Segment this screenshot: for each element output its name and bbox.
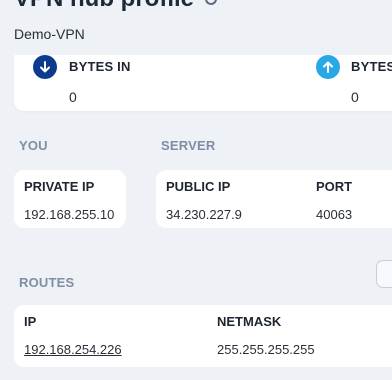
routes-table: IP NETMASK 192.168.254.226 255.255.255.2… xyxy=(14,305,392,367)
private-ip-card: PRIVATE IP 192.168.255.10 xyxy=(14,170,126,228)
traffic-stats-card: BYTES IN 0 BYTES OUT 0 xyxy=(14,55,392,111)
arrow-down-icon xyxy=(33,55,57,79)
routes-section-label: ROUTES xyxy=(19,275,75,290)
page-title-row: VPN hub profile xyxy=(14,0,222,13)
bytes-in-label: BYTES IN xyxy=(69,59,131,74)
public-ip-label: PUBLIC IP xyxy=(166,179,231,194)
port-label: PORT xyxy=(316,179,353,194)
private-ip-value: 192.168.255.10 xyxy=(24,207,115,222)
route-netmask: 255.255.255.255 xyxy=(217,342,315,357)
column-header-netmask: NETMASK xyxy=(217,314,282,329)
arrow-up-icon xyxy=(316,55,340,79)
add-route-button[interactable] xyxy=(376,260,392,288)
vpn-name-subtitle: Demo-VPN xyxy=(14,26,85,42)
server-card: PUBLIC IP 34.230.227.9 PORT 40063 xyxy=(156,170,392,228)
page-title: VPN hub profile xyxy=(14,0,194,13)
port-value: 40063 xyxy=(316,207,353,222)
server-section-label: SERVER xyxy=(161,138,216,153)
bytes-in-value: 0 xyxy=(69,89,77,105)
bytes-out-value: 0 xyxy=(351,89,359,105)
vpn-hub-profile-page: VPN hub profile Demo-VPN BYTES IN 0 xyxy=(0,0,392,380)
private-ip-label: PRIVATE IP xyxy=(24,179,95,194)
you-section-label: YOU xyxy=(19,138,48,153)
public-ip-value: 34.230.227.9 xyxy=(166,207,242,222)
refresh-icon[interactable] xyxy=(200,0,222,10)
bytes-out-label: BYTES OUT xyxy=(351,59,392,74)
route-ip-link[interactable]: 192.168.254.226 xyxy=(24,342,122,357)
column-header-ip: IP xyxy=(24,314,37,329)
